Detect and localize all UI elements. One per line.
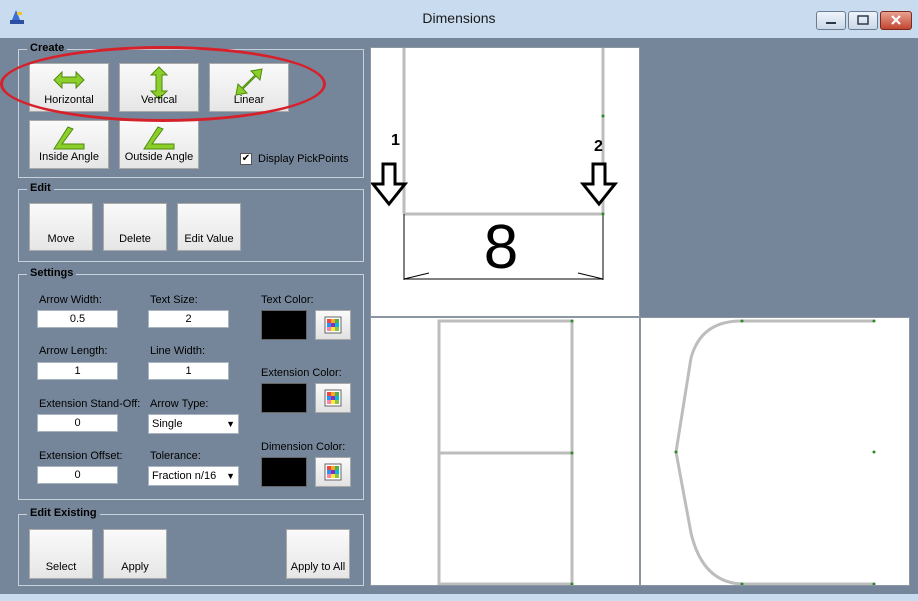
outside-angle-button[interactable]: Outside Angle — [119, 120, 199, 169]
arrow-type-select[interactable]: Single ▼ — [148, 414, 239, 434]
edit-value-button-label: Edit Value — [184, 233, 234, 245]
settings-group-title: Settings — [27, 267, 77, 279]
inside-angle-button[interactable]: Inside Angle — [29, 120, 109, 169]
pick-point-2-label: 2 — [594, 138, 603, 155]
extension-color-label: Extension Color: — [261, 367, 342, 379]
arrow-length-label: Arrow Length: — [39, 345, 108, 357]
dimension-value-text: 8 — [483, 213, 519, 282]
text-size-label: Text Size: — [150, 294, 198, 306]
edit-group: Edit Move Delete Edit Value — [18, 182, 364, 262]
extension-standoff-label: Extension Stand-Off: — [39, 398, 141, 410]
select-button[interactable]: Select — [29, 529, 93, 579]
move-button[interactable]: Move — [29, 203, 93, 251]
extension-color-swatch — [261, 383, 307, 413]
arrow-type-label: Arrow Type: — [150, 398, 209, 410]
top-viewport[interactable]: 1 2 8 — [370, 47, 640, 317]
color-palette-icon — [324, 389, 342, 407]
apply-button-label: Apply — [121, 561, 149, 573]
side-view-drawing — [674, 319, 876, 585]
delete-button-label: Delete — [119, 233, 151, 245]
settings-group: Settings Arrow Width: 0.5 Text Size: 2 A… — [18, 267, 364, 500]
front-viewport[interactable] — [370, 317, 640, 586]
color-palette-icon — [324, 463, 342, 481]
inside-angle-button-label: Inside Angle — [39, 151, 99, 163]
outside-angle-icon — [143, 126, 175, 150]
edit-group-title: Edit — [27, 182, 54, 194]
edit-existing-group: Edit Existing Select Apply Apply to All — [18, 507, 364, 586]
apply-to-all-button[interactable]: Apply to All — [286, 529, 350, 579]
outside-angle-button-label: Outside Angle — [124, 151, 194, 163]
title-bar: Dimensions — [0, 0, 918, 38]
select-button-label: Select — [45, 561, 77, 573]
pick-arrow-2-icon — [579, 162, 619, 207]
tolerance-label: Tolerance: — [150, 450, 201, 462]
line-width-label: Line Width: — [150, 345, 206, 357]
arrow-type-value: Single — [152, 418, 183, 430]
delete-button[interactable]: Delete — [103, 203, 167, 251]
dimensions-window: Dimensions Create Horizontal Vertical Li… — [0, 0, 918, 601]
highlight-ellipse — [0, 46, 326, 122]
extension-offset-label: Extension Offset: — [39, 450, 123, 462]
dimension-color-picker-button[interactable] — [315, 457, 351, 487]
side-viewport[interactable] — [640, 317, 910, 586]
text-color-picker-button[interactable] — [315, 310, 351, 340]
move-button-label: Move — [47, 233, 75, 245]
extension-standoff-input[interactable]: 0 — [37, 414, 118, 432]
dimension-color-swatch — [261, 457, 307, 487]
pick-arrow-1-icon — [371, 162, 409, 207]
window-bottom-border — [0, 594, 918, 601]
arrow-width-label: Arrow Width: — [39, 294, 102, 306]
text-color-label: Text Color: — [261, 294, 314, 306]
arrow-width-input[interactable]: 0.5 — [37, 310, 118, 328]
chevron-down-icon: ▼ — [226, 419, 235, 429]
pick-point-1-label: 1 — [391, 132, 400, 149]
display-pickpoints-checkbox[interactable]: ✔ — [240, 153, 252, 165]
window-title: Dimensions — [422, 10, 496, 26]
tolerance-value: Fraction n/16 — [152, 470, 217, 482]
chevron-down-icon: ▼ — [226, 471, 235, 481]
front-view-drawing — [437, 319, 574, 585]
inside-angle-icon — [53, 126, 85, 150]
maximize-button[interactable] — [848, 11, 878, 30]
create-group-title: Create — [27, 42, 68, 54]
edit-existing-group-title: Edit Existing — [27, 507, 100, 519]
apply-button[interactable]: Apply — [103, 529, 167, 579]
text-size-input[interactable]: 2 — [148, 310, 229, 328]
minimize-button[interactable] — [816, 11, 846, 30]
color-palette-icon — [324, 316, 342, 334]
text-color-swatch — [261, 310, 307, 340]
arrow-length-input[interactable]: 1 — [37, 362, 118, 380]
dimension-color-label: Dimension Color: — [261, 441, 346, 453]
close-button[interactable] — [880, 11, 912, 30]
edit-value-button[interactable]: Edit Value — [177, 203, 241, 251]
display-pickpoints-label: Display PickPoints — [258, 153, 349, 165]
extension-color-picker-button[interactable] — [315, 383, 351, 413]
tolerance-select[interactable]: Fraction n/16 ▼ — [148, 466, 239, 486]
apply-to-all-button-label: Apply to All — [290, 561, 346, 573]
extension-offset-input[interactable]: 0 — [37, 466, 118, 484]
line-width-input[interactable]: 1 — [148, 362, 229, 380]
